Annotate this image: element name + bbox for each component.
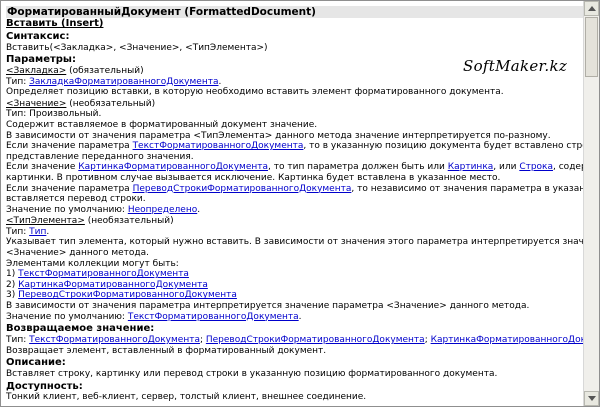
param-value-name: <Значение> <box>6 98 67 109</box>
param-elemtype-line2: <Значение> данного метода. <box>6 248 150 259</box>
text: , то тип параметра должен быть или <box>268 162 448 173</box>
param-elemtype-default: Значение по умолчанию: ТекстФорматирован… <box>6 312 583 323</box>
text: , или <box>493 162 520 173</box>
type-label: Тип: <box>6 335 30 346</box>
param-value-line5: Если значение КартинкаФорматированногоДо… <box>6 162 599 173</box>
param-elemtype-name: <ТипЭлемента> <box>6 216 85 227</box>
item-link[interactable]: ТекстФорматированногоДокумента <box>18 269 189 279</box>
returns-heading: Возвращаемое значение: <box>6 323 155 335</box>
undefined-link[interactable]: Неопределено <box>128 205 197 215</box>
bookmark-type-link[interactable]: ЗакладкаФорматированногоДокумента <box>29 77 218 87</box>
item-number: 2) <box>6 279 19 290</box>
syntax-text: Вставить(<Закладка>, <Значение>, <ТипЭле… <box>6 42 268 53</box>
param-value-req: (необязательный) <box>66 98 156 109</box>
picture-doc-link[interactable]: КартинкаФорматированногоДокумента <box>78 162 268 172</box>
punct: . <box>46 226 50 237</box>
description-heading: Описание: <box>6 357 66 369</box>
vertical-scrollbar[interactable] <box>583 1 599 406</box>
softmaker-watermark: SoftMaker.kz <box>463 57 568 75</box>
scroll-up-button[interactable] <box>584 1 599 16</box>
text: Если значение параметра <box>6 141 133 152</box>
returns-desc: Возвращает элемент, вставленный в формат… <box>6 345 327 356</box>
param-elemtype-type: Тип: Тип. <box>6 227 583 238</box>
return-link-picture[interactable]: КартинкаФорматированногоДокумента <box>431 335 599 345</box>
param-value-line3: Если значение параметра ТекстФорматирова… <box>6 141 599 152</box>
param-value-header: <Значение> (необязательный) <box>6 99 583 110</box>
text: Если значение <box>6 162 79 173</box>
syntax-heading: Синтаксис: <box>6 30 70 42</box>
scroll-down-button[interactable] <box>584 391 599 406</box>
punct: . <box>298 311 302 322</box>
param-elemtype-line4: В зависимости от значения параметра инте… <box>6 301 530 312</box>
param-elemtype-req: (необязательный) <box>84 216 174 227</box>
param-value-line2: В зависимости от значения параметра <Тип… <box>6 130 551 141</box>
item-number: 1) <box>6 269 19 280</box>
picture-link[interactable]: Картинка <box>448 162 494 172</box>
param-bookmark-type: Тип: ЗакладкаФорматированногоДокумента. <box>6 77 583 88</box>
param-value-line4: представление переданного значения. <box>6 151 194 162</box>
arrow-down-icon <box>588 396 596 401</box>
param-bookmark-req: (обязательный) <box>66 65 144 76</box>
param-elemtype-line1: Указывает тип элемента, который нужно вс… <box>6 237 600 248</box>
collection-item: 1) ТекстФорматированногоДокумента <box>6 269 583 280</box>
param-elemtype-line3: Элементами коллекции могут быть: <box>6 258 179 269</box>
param-value-line8: вставляется перевод строки. <box>6 194 146 205</box>
collection-item: 3) ПереводСтрокиФорматированногоДокумент… <box>6 290 583 301</box>
availability-heading: Доступность: <box>6 380 83 392</box>
type-label: Тип: <box>6 226 30 237</box>
linebreak-doc-link[interactable]: ПереводСтрокиФорматированногоДокумента <box>133 184 352 194</box>
item-number: 3) <box>6 290 19 301</box>
default-label: Значение по умолчанию: <box>6 311 128 322</box>
object-title: ФорматированныйДокумент (FormattedDocume… <box>6 6 583 18</box>
item-link[interactable]: ПереводСтрокиФорматированногоДокумента <box>18 290 237 300</box>
param-value-line6: картинки. В противном случае вызывается … <box>6 172 501 183</box>
punct: . <box>197 204 201 215</box>
string-link[interactable]: Строка <box>519 162 553 172</box>
default-label: Значение по умолчанию: <box>6 204 128 215</box>
arrow-up-icon <box>588 6 596 11</box>
param-value-line1: Содержит вставляемое в форматированный д… <box>6 119 318 130</box>
type-label: Тип: <box>6 76 30 87</box>
description-text: Вставляет строку, картинку или перевод с… <box>6 369 498 380</box>
return-link-text[interactable]: ТекстФорматированногоДокумента <box>29 335 200 345</box>
param-value-line7: Если значение параметра ПереводСтрокиФор… <box>6 183 599 195</box>
text-doc-link[interactable]: ТекстФорматированногоДокумента <box>133 141 304 151</box>
default-type-link[interactable]: ТекстФорматированногоДокумента <box>128 312 299 322</box>
type-link[interactable]: Тип <box>29 227 46 237</box>
param-bookmark-desc: Определяет позицию вставки, в которую не… <box>6 87 504 98</box>
help-window: ФорматированныйДокумент (FormattedDocume… <box>0 0 600 407</box>
param-value-default: Значение по умолчанию: Неопределено. <box>6 205 583 216</box>
method-title[interactable]: Вставить (Insert) <box>6 18 583 30</box>
param-value-type: Тип: Произвольный. <box>6 109 102 120</box>
item-link[interactable]: КартинкаФорматированногоДокумента <box>18 280 208 290</box>
param-bookmark-name: <Закладка> <box>6 65 67 76</box>
param-elemtype-header: <ТипЭлемента> (необязательный) <box>6 216 583 227</box>
punct: . <box>218 76 222 87</box>
text: Если значение параметра <box>6 183 133 194</box>
scroll-thumb[interactable] <box>585 17 598 77</box>
availability-text: Тонкий клиент, веб-клиент, сервер, толст… <box>6 392 367 403</box>
text: , то независимо от значения параметра в … <box>351 183 600 194</box>
return-link-linebreak[interactable]: ПереводСтрокиФорматированногоДокумента <box>206 335 425 345</box>
text: , то в указанную позицию документа будет… <box>303 141 600 152</box>
collection-item: 2) КартинкаФорматированногоДокумента <box>6 280 583 291</box>
returns-type: Тип: ТекстФорматированногоДокумента; Пер… <box>6 335 599 346</box>
